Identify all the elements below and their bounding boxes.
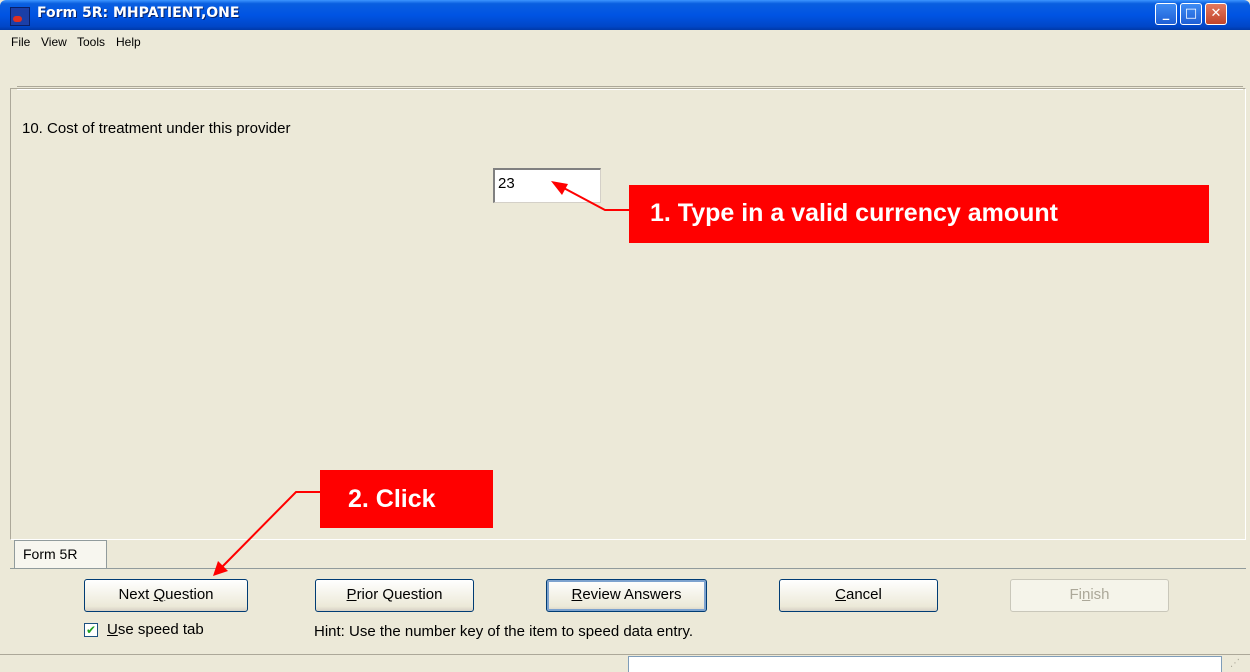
arrowhead-input-icon <box>551 181 568 195</box>
arrow-to-input <box>559 185 629 211</box>
form-5r-window: Form 5R: MHPATIENT,ONE _ □ ✕ File View T… <box>0 0 1250 672</box>
arrow-to-next-button <box>220 491 320 569</box>
annotation-arrows <box>213 181 629 576</box>
